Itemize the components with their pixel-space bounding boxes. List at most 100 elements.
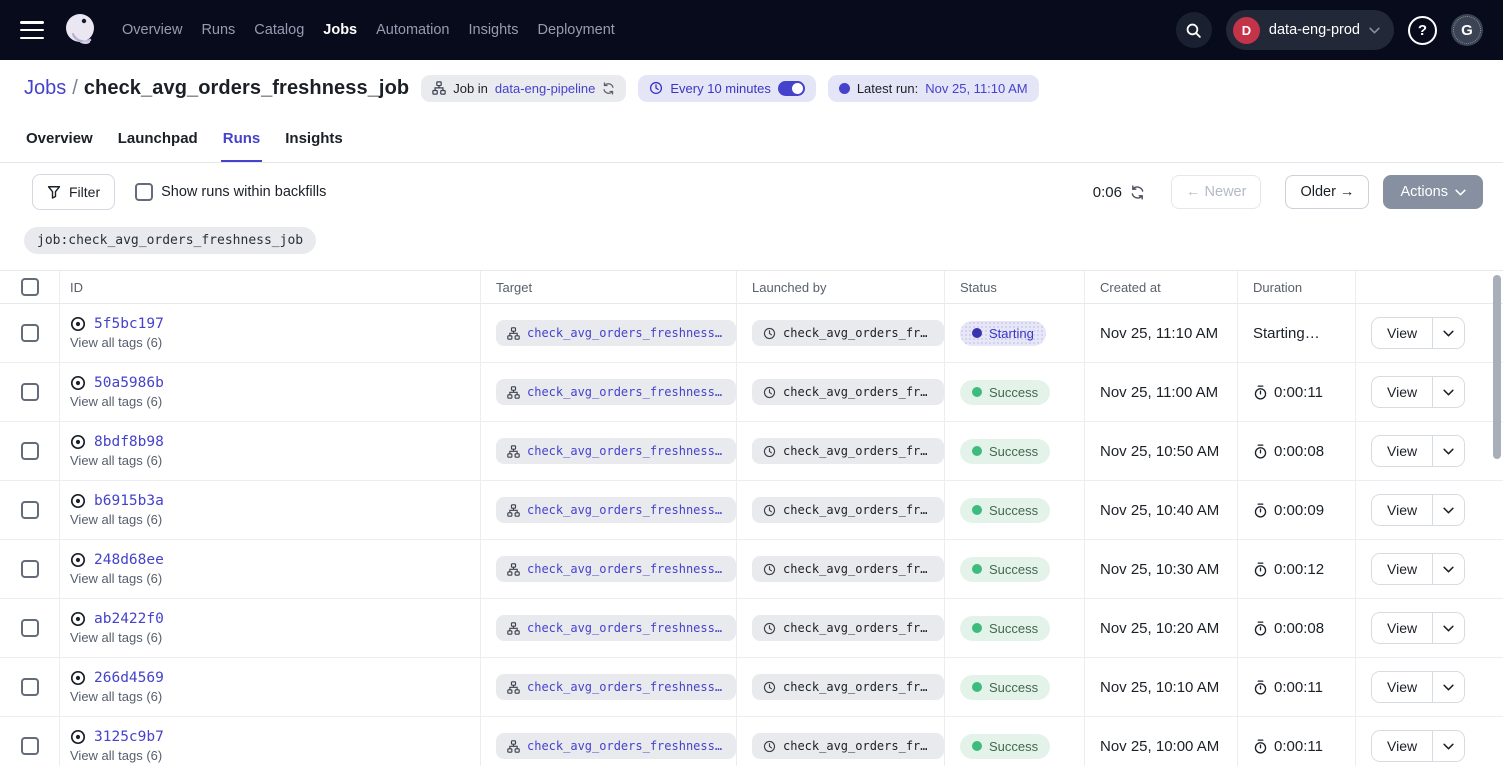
tab-runs[interactable]: Runs (221, 122, 263, 162)
backfills-checkbox[interactable] (135, 183, 153, 201)
view-dropdown-button[interactable] (1432, 672, 1464, 702)
tab-overview[interactable]: Overview (24, 122, 95, 162)
run-id-link[interactable]: 50a5986b (94, 375, 164, 391)
status-dot-icon (972, 446, 982, 456)
view-button[interactable]: View (1372, 436, 1432, 466)
status-dot-icon (972, 564, 982, 574)
launched-by-pill[interactable]: check_avg_orders_freshn… (752, 497, 944, 523)
hamburger-menu-icon[interactable] (20, 21, 44, 39)
nav-item-jobs[interactable]: Jobs (323, 22, 357, 38)
pipeline-link[interactable]: data-eng-pipeline (495, 81, 595, 96)
run-id-link[interactable]: b6915b3a (94, 493, 164, 509)
breadcrumb-jobs-link[interactable]: Jobs (24, 77, 66, 100)
newer-button[interactable]: ← Newer (1171, 175, 1261, 209)
target-pill[interactable]: check_avg_orders_freshness_job (496, 497, 736, 523)
view-button-group: View (1371, 494, 1465, 526)
row-checkbox[interactable] (21, 737, 39, 755)
view-all-tags-link[interactable]: View all tags (6) (70, 512, 162, 527)
target-pill[interactable]: check_avg_orders_freshness_job (496, 556, 736, 582)
view-button[interactable]: View (1372, 672, 1432, 702)
dagster-logo[interactable] (60, 10, 100, 50)
latest-run-link[interactable]: Nov 25, 11:10 AM (925, 81, 1027, 96)
row-checkbox[interactable] (21, 560, 39, 578)
user-avatar[interactable]: G (1451, 14, 1483, 46)
older-button[interactable]: Older → (1285, 175, 1369, 209)
tab-insights[interactable]: Insights (283, 122, 345, 162)
launched-by-pill[interactable]: check_avg_orders_freshn… (752, 615, 944, 641)
row-checkbox[interactable] (21, 324, 39, 342)
launched-by-pill[interactable]: check_avg_orders_freshn… (752, 379, 944, 405)
tab-launchpad[interactable]: Launchpad (116, 122, 200, 162)
nav-item-runs[interactable]: Runs (201, 22, 235, 38)
run-id-link[interactable]: 266d4569 (94, 670, 164, 686)
view-all-tags-link[interactable]: View all tags (6) (70, 689, 162, 704)
launched-by-pill[interactable]: check_avg_orders_freshn… (752, 733, 944, 759)
nav-item-automation[interactable]: Automation (376, 22, 449, 38)
view-dropdown-button[interactable] (1432, 436, 1464, 466)
column-header-target: Target (481, 271, 737, 304)
table-row: 3125c9b7 View all tags (6) check_avg_ord… (0, 717, 1503, 766)
view-dropdown-button[interactable] (1432, 554, 1464, 584)
table-row: b6915b3a View all tags (6) check_avg_ord… (0, 481, 1503, 540)
target-pill[interactable]: check_avg_orders_freshness_job (496, 438, 736, 464)
launched-by-pill[interactable]: check_avg_orders_freshn… (752, 320, 944, 346)
nav-item-overview[interactable]: Overview (122, 22, 182, 38)
actions-button[interactable]: Actions (1383, 175, 1483, 209)
view-dropdown-button[interactable] (1432, 495, 1464, 525)
row-checkbox[interactable] (21, 383, 39, 401)
nav-item-catalog[interactable]: Catalog (254, 22, 304, 38)
vertical-scrollbar[interactable] (1493, 275, 1501, 459)
view-all-tags-link[interactable]: View all tags (6) (70, 748, 162, 763)
refresh-button[interactable] (1130, 185, 1145, 200)
view-button[interactable]: View (1372, 377, 1432, 407)
run-id-link[interactable]: 248d68ee (94, 552, 164, 568)
created-at-value: Nov 25, 11:10 AM (1100, 325, 1218, 342)
view-button[interactable]: View (1372, 731, 1432, 761)
status-badge: Starting (960, 321, 1046, 346)
row-checkbox[interactable] (21, 442, 39, 460)
reload-icon[interactable] (602, 82, 615, 95)
run-id-link[interactable]: 3125c9b7 (94, 729, 164, 745)
run-id-link[interactable]: 5f5bc197 (94, 316, 164, 332)
launched-by-pill[interactable]: check_avg_orders_freshn… (752, 556, 944, 582)
created-at-value: Nov 25, 10:40 AM (1100, 502, 1219, 519)
launched-by-pill[interactable]: check_avg_orders_freshn… (752, 674, 944, 700)
job-filter-tag[interactable]: job:check_avg_orders_freshness_job (24, 227, 316, 254)
page-title: check_avg_orders_freshness_job (84, 77, 409, 100)
schedule-toggle[interactable] (778, 81, 805, 96)
row-checkbox[interactable] (21, 501, 39, 519)
target-pill[interactable]: check_avg_orders_freshness_job (496, 320, 736, 346)
deployment-switcher[interactable]: D data-eng-prod (1226, 10, 1394, 50)
view-button[interactable]: View (1372, 495, 1432, 525)
view-all-tags-link[interactable]: View all tags (6) (70, 453, 162, 468)
view-all-tags-link[interactable]: View all tags (6) (70, 630, 162, 645)
status-dot-icon (972, 682, 982, 692)
row-checkbox[interactable] (21, 619, 39, 637)
run-id-link[interactable]: 8bdf8b98 (94, 434, 164, 450)
run-id-link[interactable]: ab2422f0 (94, 611, 164, 627)
launched-by-pill[interactable]: check_avg_orders_freshn… (752, 438, 944, 464)
nav-item-insights[interactable]: Insights (468, 22, 518, 38)
view-dropdown-button[interactable] (1432, 731, 1464, 761)
view-dropdown-button[interactable] (1432, 318, 1464, 348)
search-button[interactable] (1176, 12, 1212, 48)
target-pill[interactable]: check_avg_orders_freshness_job (496, 615, 736, 641)
view-dropdown-button[interactable] (1432, 613, 1464, 643)
target-pill[interactable]: check_avg_orders_freshness_job (496, 379, 736, 405)
help-button[interactable]: ? (1408, 16, 1437, 45)
view-all-tags-link[interactable]: View all tags (6) (70, 394, 162, 409)
select-all-checkbox[interactable] (21, 278, 39, 296)
view-button[interactable]: View (1372, 554, 1432, 584)
target-pill[interactable]: check_avg_orders_freshness_job (496, 733, 736, 759)
stopwatch-icon (1253, 562, 1268, 577)
status-dot-icon (972, 387, 982, 397)
target-pill[interactable]: check_avg_orders_freshness_job (496, 674, 736, 700)
view-all-tags-link[interactable]: View all tags (6) (70, 335, 162, 350)
nav-item-deployment[interactable]: Deployment (537, 22, 614, 38)
view-dropdown-button[interactable] (1432, 377, 1464, 407)
view-all-tags-link[interactable]: View all tags (6) (70, 571, 162, 586)
row-checkbox[interactable] (21, 678, 39, 696)
view-button[interactable]: View (1372, 613, 1432, 643)
view-button[interactable]: View (1372, 318, 1432, 348)
filter-button[interactable]: Filter (32, 174, 115, 210)
